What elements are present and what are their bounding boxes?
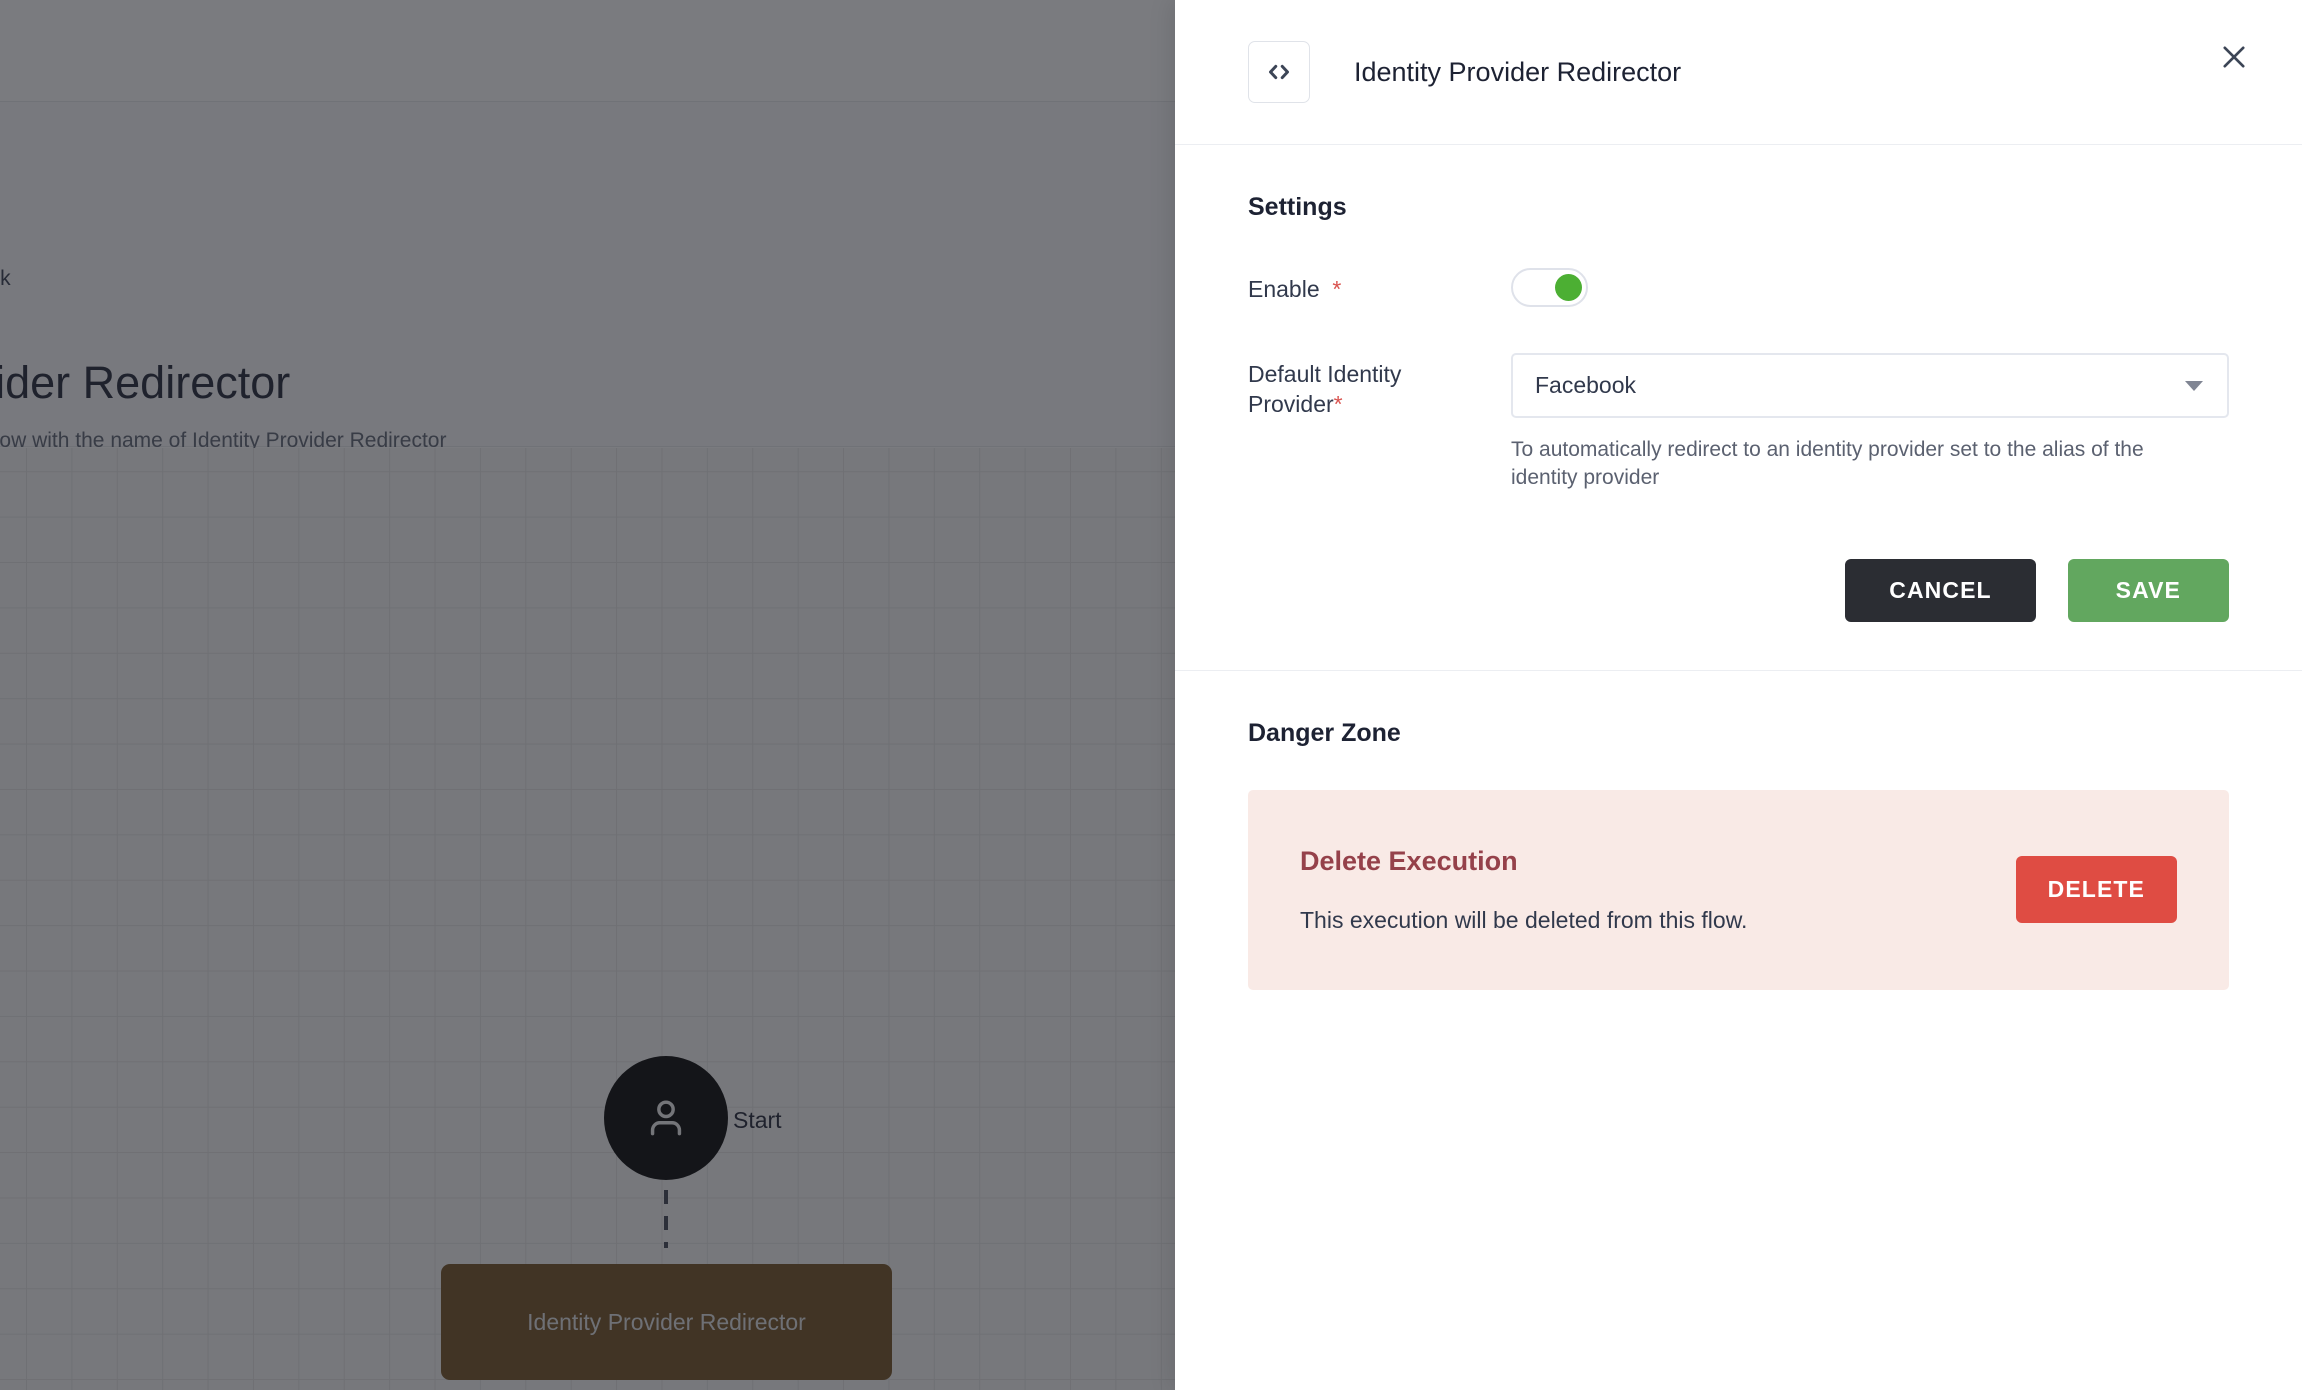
settings-actions: CANCEL SAVE	[1248, 558, 2229, 622]
enable-label-text: Enable	[1248, 276, 1320, 302]
default-identity-provider-select[interactable]: Facebook	[1511, 353, 2229, 418]
dip-label-line2: Provider	[1248, 391, 1334, 418]
user-icon	[640, 1092, 692, 1144]
chevron-down-icon	[2185, 380, 2203, 391]
page-title: Identity Provider Redirector	[0, 357, 291, 408]
app-background: Back Identity Provider Redirector Custom…	[0, 0, 1175, 1390]
app-page-header: Back Identity Provider Redirector Custom…	[0, 102, 1175, 452]
delete-execution-description: This execution will be deleted from this…	[1300, 906, 1748, 933]
enable-required-marker: *	[1332, 276, 1342, 302]
flow-node-start-label: Start	[733, 1107, 782, 1133]
danger-zone-section: Danger Zone Delete Execution This execut…	[1175, 671, 2302, 990]
close-icon[interactable]	[2211, 34, 2257, 80]
default-identity-provider-hint: To automatically redirect to an identity…	[1511, 438, 2144, 490]
flow-canvas[interactable]: Start Identity Provider Redirector Drag …	[0, 448, 1175, 1390]
enable-row: Enable *	[1248, 268, 2229, 307]
flow-node-identity-provider-redirector[interactable]: Identity Provider Redirector	[441, 1264, 892, 1380]
app-topbar	[0, 0, 1175, 102]
delete-execution-text-block: Delete Execution This execution will be …	[1300, 846, 1747, 934]
enable-toggle[interactable]	[1511, 268, 1588, 307]
save-button[interactable]: SAVE	[2067, 558, 2229, 622]
dip-required-marker: *	[1333, 391, 1343, 418]
danger-zone-title: Danger Zone	[1248, 718, 1401, 747]
cancel-button[interactable]: CANCEL	[1845, 558, 2036, 622]
drawer-header: Identity Provider Redirector	[1175, 0, 2302, 145]
code-brackets-icon	[1248, 41, 1310, 103]
default-identity-provider-label: Default Identity Provider*	[1248, 353, 1511, 420]
dip-label-line1: Default Identity	[1248, 361, 1402, 387]
settings-section: Settings Enable * Default Identity Provi…	[1175, 145, 2302, 671]
flow-node-start[interactable]	[604, 1056, 728, 1180]
default-identity-provider-field: Facebook To automatically redirect to an…	[1511, 353, 2229, 493]
enable-label: Enable *	[1248, 268, 1511, 304]
drawer-title: Identity Provider Redirector	[1354, 56, 1682, 87]
default-identity-provider-value: Facebook	[1535, 372, 1637, 398]
back-link[interactable]: Back	[0, 267, 11, 291]
enable-toggle-knob	[1555, 274, 1582, 301]
execution-settings-drawer: Identity Provider Redirector Settings En…	[1175, 0, 2302, 1390]
settings-section-title: Settings	[1248, 193, 1347, 221]
delete-execution-title: Delete Execution	[1300, 845, 1518, 876]
delete-execution-card: Delete Execution This execution will be …	[1248, 789, 2229, 990]
default-identity-provider-row: Default Identity Provider* Facebook To a…	[1248, 353, 2229, 493]
delete-button[interactable]: DELETE	[2015, 856, 2177, 924]
